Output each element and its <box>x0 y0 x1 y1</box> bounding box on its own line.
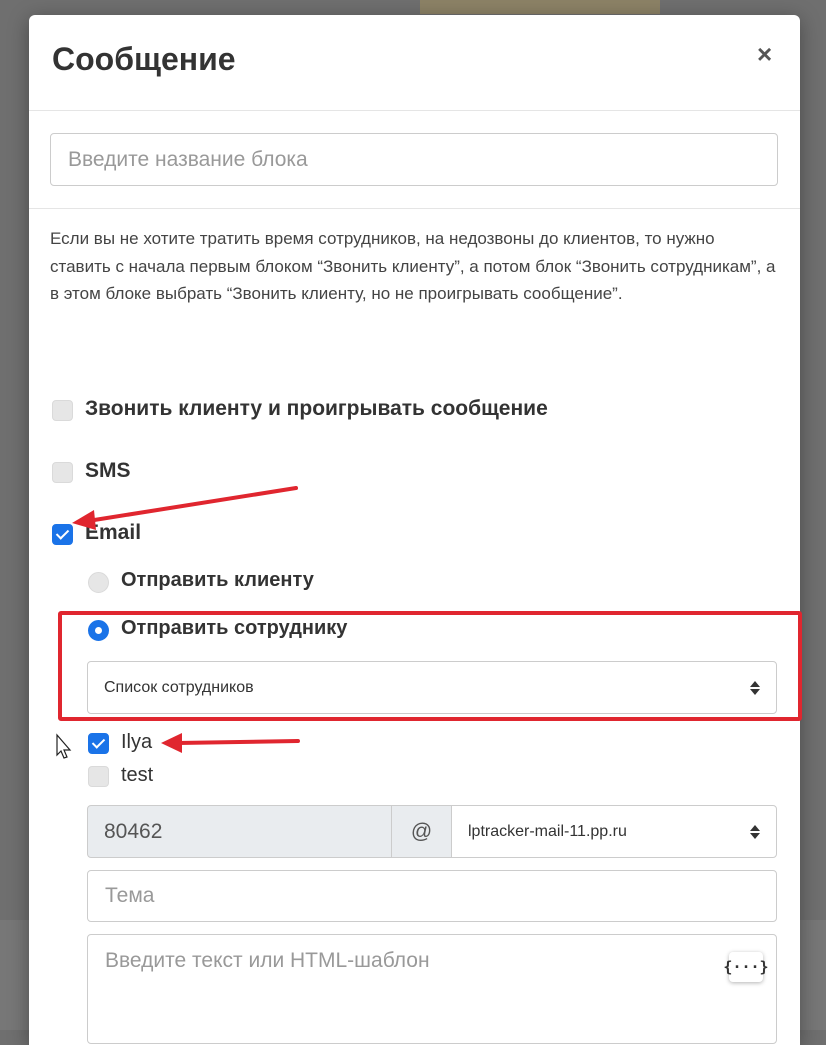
annotation-overlay <box>56 486 300 759</box>
annotation-arrow <box>161 733 300 753</box>
mouse-cursor-icon <box>56 733 72 759</box>
annotation-arrow <box>72 486 298 530</box>
